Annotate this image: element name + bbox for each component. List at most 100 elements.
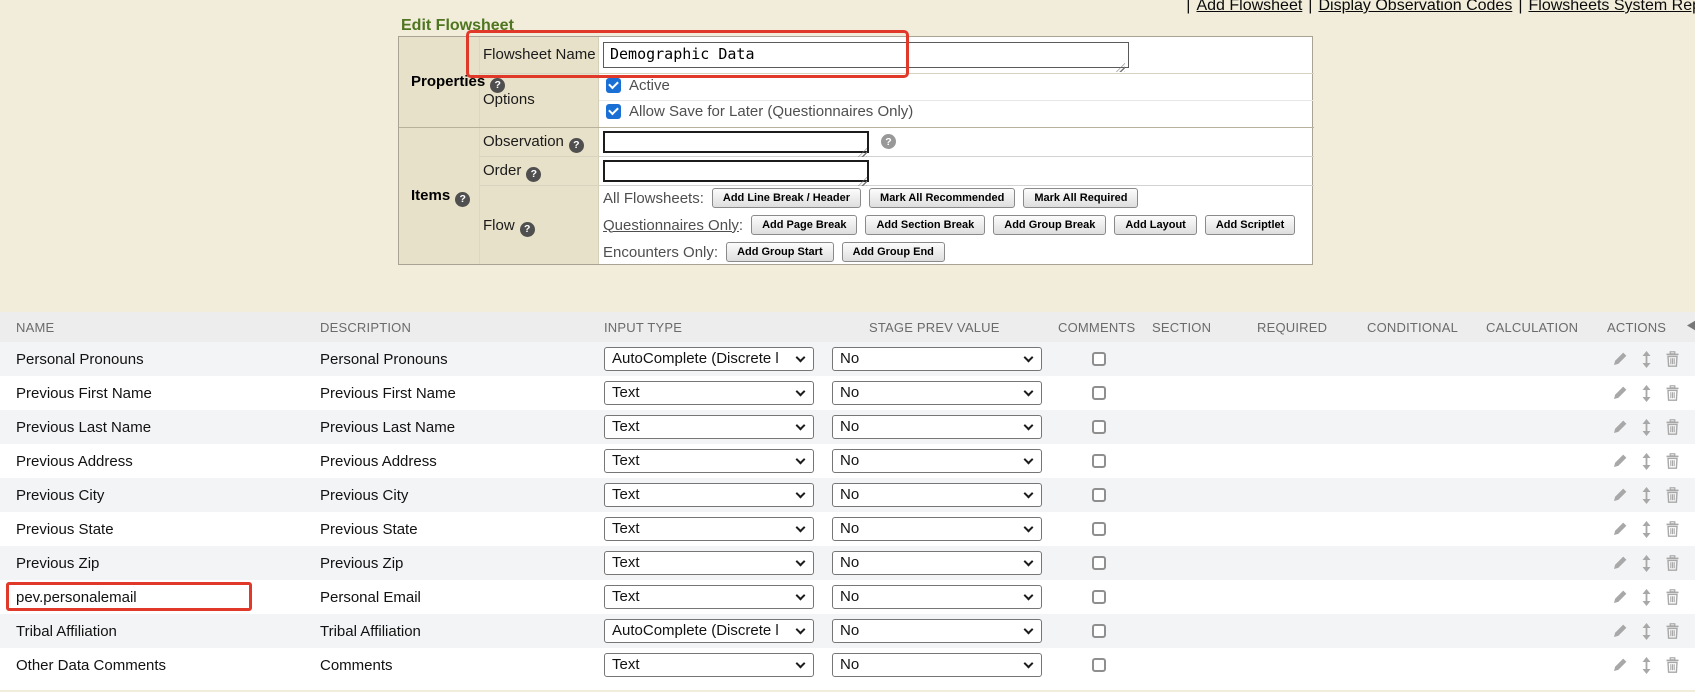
edit-pencil-icon[interactable]	[1612, 589, 1628, 605]
edit-pencil-icon[interactable]	[1612, 487, 1628, 503]
delete-trash-icon[interactable]	[1665, 555, 1680, 571]
move-updown-icon[interactable]	[1641, 487, 1652, 504]
comments-checkbox[interactable]	[1092, 386, 1106, 400]
delete-trash-icon[interactable]	[1665, 453, 1680, 469]
option-allow-save: Allow Save for Later (Questionnaires Onl…	[606, 103, 913, 120]
edit-pencil-icon[interactable]	[1612, 453, 1628, 469]
input-type-select[interactable]: Text	[604, 381, 814, 405]
calculation-cell	[1478, 648, 1599, 682]
stage-prev-value-select[interactable]: No	[832, 415, 1042, 439]
move-updown-icon[interactable]	[1641, 589, 1652, 606]
delete-trash-icon[interactable]	[1665, 623, 1680, 639]
button-add-section-break[interactable]: Add Section Break	[865, 215, 985, 235]
calculation-cell	[1478, 376, 1599, 410]
delete-trash-icon[interactable]	[1665, 657, 1680, 673]
comments-checkbox[interactable]	[1092, 658, 1106, 672]
page-title: Edit Flowsheet	[401, 17, 522, 35]
help-icon[interactable]: ?	[455, 192, 470, 207]
group-label[interactable]: Questionnaires Only:	[603, 217, 743, 234]
edit-pencil-icon[interactable]	[1612, 555, 1628, 571]
table-row: Previous Address Previous Address Text N…	[0, 444, 1695, 478]
move-updown-icon[interactable]	[1641, 351, 1652, 368]
button-add-layout[interactable]: Add Layout	[1114, 215, 1197, 235]
stage-prev-value-select[interactable]: No	[832, 347, 1042, 371]
allow-save-checkbox[interactable]	[606, 104, 621, 119]
help-icon[interactable]: ?	[526, 167, 541, 182]
button-add-page-break[interactable]: Add Page Break	[751, 215, 857, 235]
link-add-flowsheet[interactable]: Add Flowsheet	[1196, 0, 1302, 14]
stage-prev-value-select[interactable]: No	[832, 551, 1042, 575]
edit-pencil-icon[interactable]	[1612, 657, 1628, 673]
delete-trash-icon[interactable]	[1665, 385, 1680, 401]
delete-trash-icon[interactable]	[1665, 487, 1680, 503]
observation-help-icon[interactable]: ?	[881, 134, 896, 149]
partial-arrow-icon	[1684, 318, 1695, 333]
chevron-down-icon	[1024, 455, 1034, 465]
input-type-select[interactable]: Text	[604, 585, 814, 609]
stage-prev-value-select[interactable]: No	[832, 449, 1042, 473]
input-type-select[interactable]: Text	[604, 551, 814, 575]
edit-pencil-icon[interactable]	[1612, 351, 1628, 367]
link-display-observation-codes[interactable]: Display Observation Codes	[1318, 0, 1512, 14]
flowsheet-name-input[interactable]: Demographic Data	[603, 42, 1129, 68]
stage-prev-value-select[interactable]: No	[832, 483, 1042, 507]
button-add-group-start[interactable]: Add Group Start	[726, 242, 834, 262]
move-updown-icon[interactable]	[1641, 555, 1652, 572]
comments-checkbox[interactable]	[1092, 624, 1106, 638]
button-add-group-break[interactable]: Add Group Break	[993, 215, 1106, 235]
row-name: Previous Zip	[16, 555, 99, 572]
order-input[interactable]	[603, 160, 869, 182]
edit-pencil-icon[interactable]	[1612, 419, 1628, 435]
input-type-select[interactable]: Text	[604, 415, 814, 439]
help-icon[interactable]: ?	[569, 138, 584, 153]
input-type-select[interactable]: Text	[604, 483, 814, 507]
move-updown-icon[interactable]	[1641, 657, 1652, 674]
comments-checkbox[interactable]	[1092, 556, 1106, 570]
move-updown-icon[interactable]	[1641, 453, 1652, 470]
comments-checkbox[interactable]	[1092, 352, 1106, 366]
comments-checkbox[interactable]	[1092, 590, 1106, 604]
move-updown-icon[interactable]	[1641, 385, 1652, 402]
chevron-down-icon	[1024, 591, 1034, 601]
stage-prev-value-select[interactable]: No	[832, 381, 1042, 405]
stage-prev-value-select[interactable]: No	[832, 653, 1042, 677]
button-mark-all-required[interactable]: Mark All Required	[1023, 188, 1138, 208]
button-mark-all-recommended[interactable]: Mark All Recommended	[869, 188, 1015, 208]
active-checkbox[interactable]	[606, 78, 621, 93]
comments-checkbox[interactable]	[1092, 420, 1106, 434]
conditional-cell	[1359, 614, 1478, 648]
button-add-line-break-header[interactable]: Add Line Break / Header	[712, 188, 861, 208]
chevron-down-icon	[796, 659, 806, 669]
calculation-cell	[1478, 580, 1599, 614]
delete-trash-icon[interactable]	[1665, 521, 1680, 537]
edit-flowsheet-form: Edit Flowsheet Properties? Items? Flowsh…	[398, 36, 1313, 265]
table-row: pev.personalemail Personal Email Text No	[0, 580, 1695, 614]
edit-pencil-icon[interactable]	[1612, 385, 1628, 401]
stage-prev-value-select[interactable]: No	[832, 585, 1042, 609]
button-add-group-end[interactable]: Add Group End	[842, 242, 945, 262]
conditional-cell	[1359, 580, 1478, 614]
edit-pencil-icon[interactable]	[1612, 623, 1628, 639]
delete-trash-icon[interactable]	[1665, 589, 1680, 605]
input-type-select[interactable]: Text	[604, 653, 814, 677]
input-type-select[interactable]: AutoComplete (Discrete l	[604, 619, 814, 643]
comments-checkbox[interactable]	[1092, 522, 1106, 536]
comments-checkbox[interactable]	[1092, 454, 1106, 468]
help-icon[interactable]: ?	[520, 222, 535, 237]
link-flowsheets-system-rep[interactable]: Flowsheets System Rep	[1528, 0, 1695, 14]
stage-prev-value-select[interactable]: No	[832, 517, 1042, 541]
button-add-scriptlet[interactable]: Add Scriptlet	[1205, 215, 1295, 235]
edit-pencil-icon[interactable]	[1612, 521, 1628, 537]
move-updown-icon[interactable]	[1641, 521, 1652, 538]
delete-trash-icon[interactable]	[1665, 419, 1680, 435]
delete-trash-icon[interactable]	[1665, 351, 1680, 367]
observation-input[interactable]	[603, 131, 869, 153]
stage-prev-value-select[interactable]: No	[832, 619, 1042, 643]
input-type-select[interactable]: Text	[604, 517, 814, 541]
calculation-cell	[1478, 546, 1599, 580]
move-updown-icon[interactable]	[1641, 419, 1652, 436]
input-type-select[interactable]: AutoComplete (Discrete l	[604, 347, 814, 371]
comments-checkbox[interactable]	[1092, 488, 1106, 502]
input-type-select[interactable]: Text	[604, 449, 814, 473]
move-updown-icon[interactable]	[1641, 623, 1652, 640]
